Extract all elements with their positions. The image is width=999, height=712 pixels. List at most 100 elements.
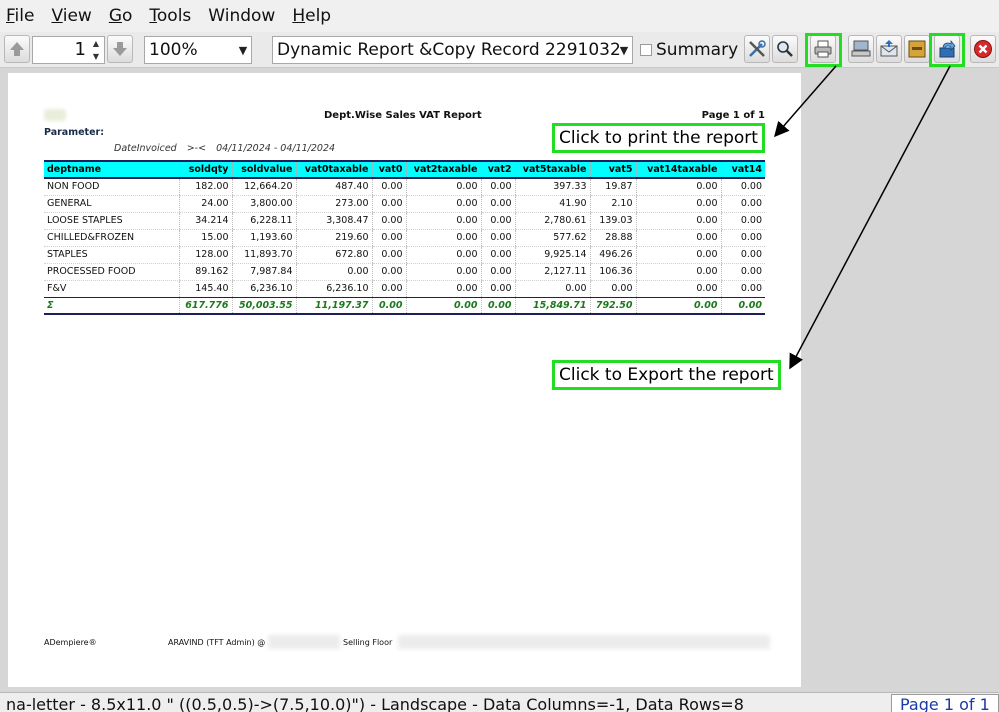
table-cell: 0.00 — [405, 195, 481, 213]
table-cell: 145.40 — [178, 280, 232, 298]
table-cell: 19.87 — [589, 178, 636, 196]
menu-window[interactable]: Window — [208, 6, 275, 26]
archive-button[interactable] — [904, 35, 930, 63]
footer-redacted-client — [268, 635, 340, 649]
table-cell: 0.00 — [480, 263, 515, 281]
table-row: LOOSE STAPLES 34.214 6,228.11 3,308.47 0.00 0… — [44, 212, 765, 230]
report-select[interactable]: Dynamic Report &Copy Record 2291032 ▼ — [272, 36, 633, 64]
report-title: Dept.Wise Sales VAT Report — [324, 110, 482, 121]
parameter-operator: >-< — [186, 143, 207, 154]
table-cell: 7,987.84 — [231, 263, 296, 281]
zoom-value: 100% — [149, 40, 198, 60]
page-number-stepper[interactable]: 1 ▲ ▼ — [32, 36, 105, 64]
menu-view-mnemonic: V — [51, 6, 63, 26]
find-button[interactable] — [772, 35, 798, 63]
column-header: vat14 — [720, 160, 765, 179]
menu-go-label: o — [122, 6, 133, 26]
parameter-row: DateInvoiced >-< 04/11/2024 - 04/11/2024 — [114, 143, 335, 154]
menu-help-mnemonic: H — [292, 6, 306, 26]
table-cell: GENERAL — [44, 195, 179, 213]
table-cell: 0.00 — [371, 280, 406, 298]
table-row: STAPLES 128.00 11,893.70 672.80 0.00 0.00 0.00… — [44, 246, 765, 264]
column-header: vat0taxable — [295, 160, 372, 179]
table-cell: 0.00 — [371, 178, 406, 196]
mail-icon — [880, 40, 898, 57]
menu-view[interactable]: View — [51, 6, 91, 26]
table-cell: 0.00 — [371, 296, 406, 315]
table-cell: 34.214 — [178, 212, 232, 230]
send-mail-button[interactable] — [876, 35, 902, 63]
customize-button[interactable] — [744, 35, 770, 63]
close-button[interactable] — [970, 35, 996, 63]
table-cell: 0.00 — [480, 195, 515, 213]
parameter-value: 04/11/2024 - 04/11/2024 — [216, 143, 336, 154]
table-cell: 0.00 — [589, 280, 636, 298]
menu-help[interactable]: Help — [292, 6, 331, 26]
column-header: vat14taxable — [635, 160, 721, 179]
zoom-select[interactable]: 100% ▼ — [144, 36, 252, 64]
table-cell: 0.00 — [720, 296, 765, 315]
table-cell: 9,925.14 — [514, 246, 590, 264]
table-cell: 0.00 — [720, 178, 765, 196]
print-preview-button[interactable] — [848, 35, 874, 63]
menu-go[interactable]: Go — [109, 6, 133, 26]
status-page-indicator: Page 1 of 1 — [891, 694, 999, 712]
table-cell: 0.00 — [405, 178, 481, 196]
table-header-row: deptname soldqty soldvalue vat0taxable v… — [44, 160, 765, 179]
table-cell: 0.00 — [720, 263, 765, 281]
previous-page-button[interactable] — [4, 35, 30, 63]
table-cell: 0.00 — [635, 229, 721, 247]
table-cell: 0.00 — [635, 296, 721, 315]
table-row: F&V 145.40 6,236.10 6,236.10 0.00 0.00 0.00 0.0… — [44, 280, 765, 298]
menubar: File View Go Tools Window Help — [0, 0, 999, 32]
table-cell: LOOSE STAPLES — [44, 212, 179, 230]
print-highlight — [805, 33, 842, 67]
table-cell: 792.50 — [589, 296, 636, 315]
page-number-value: 1 — [74, 39, 86, 60]
report-table: deptname soldqty soldvalue vat0taxable v… — [44, 160, 765, 315]
export-highlight — [929, 33, 965, 67]
table-cell: 0.00 — [371, 212, 406, 230]
summary-checkbox[interactable] — [640, 44, 652, 56]
close-icon — [974, 40, 992, 58]
table-cell: 219.60 — [295, 229, 372, 247]
footer-user: ARAVIND (TFT Admin) @ — [168, 638, 266, 647]
table-cell: 0.00 — [480, 246, 515, 264]
table-cell: 3,800.00 — [231, 195, 296, 213]
stepper-up-icon[interactable]: ▲ — [90, 38, 102, 50]
table-cell: 0.00 — [480, 229, 515, 247]
summary-toggle[interactable]: Summary — [640, 40, 738, 60]
table-row: GENERAL 24.00 3,800.00 273.00 0.00 0.00 0.00 41… — [44, 195, 765, 213]
table-cell: 0.00 — [405, 296, 481, 315]
table-body: NON FOOD 182.00 12,664.20 487.40 0.00 0.00 0.0… — [44, 178, 765, 315]
table-cell: 0.00 — [405, 246, 481, 264]
table-cell: 6,236.10 — [295, 280, 372, 298]
report-name-value: Dynamic Report &Copy Record 2291032 — [277, 40, 621, 60]
table-row: NON FOOD 182.00 12,664.20 487.40 0.00 0.00 0.0… — [44, 178, 765, 196]
table-cell: F&V — [44, 280, 179, 298]
table-cell: 128.00 — [178, 246, 232, 264]
table-cell: 6,236.10 — [231, 280, 296, 298]
menu-tools-label: ools — [156, 6, 192, 26]
table-row: PROCESSED FOOD 89.162 7,987.84 0.00 0.00 0.00… — [44, 263, 765, 281]
menu-tools[interactable]: Tools — [149, 6, 191, 26]
column-header: vat5taxable — [514, 160, 590, 179]
tools-icon — [749, 40, 766, 57]
archive-icon — [908, 40, 926, 58]
table-cell: 3,308.47 — [295, 212, 372, 230]
next-page-button[interactable] — [107, 35, 133, 63]
summary-label: Summary — [656, 40, 739, 60]
footer-redacted-details — [398, 635, 770, 649]
table-cell: 24.00 — [178, 195, 232, 213]
table-cell: 0.00 — [635, 263, 721, 281]
menu-file[interactable]: File — [6, 6, 34, 26]
table-cell: 0.00 — [371, 246, 406, 264]
table-cell: 89.162 — [178, 263, 232, 281]
table-cell: NON FOOD — [44, 178, 179, 196]
computer-icon — [851, 40, 871, 57]
stepper-down-icon[interactable]: ▼ — [90, 51, 102, 63]
table-cell: 0.00 — [371, 195, 406, 213]
menu-go-mnemonic: G — [108, 6, 122, 26]
chevron-down-icon: ▼ — [238, 43, 248, 57]
parameter-name: DateInvoiced — [114, 143, 177, 154]
